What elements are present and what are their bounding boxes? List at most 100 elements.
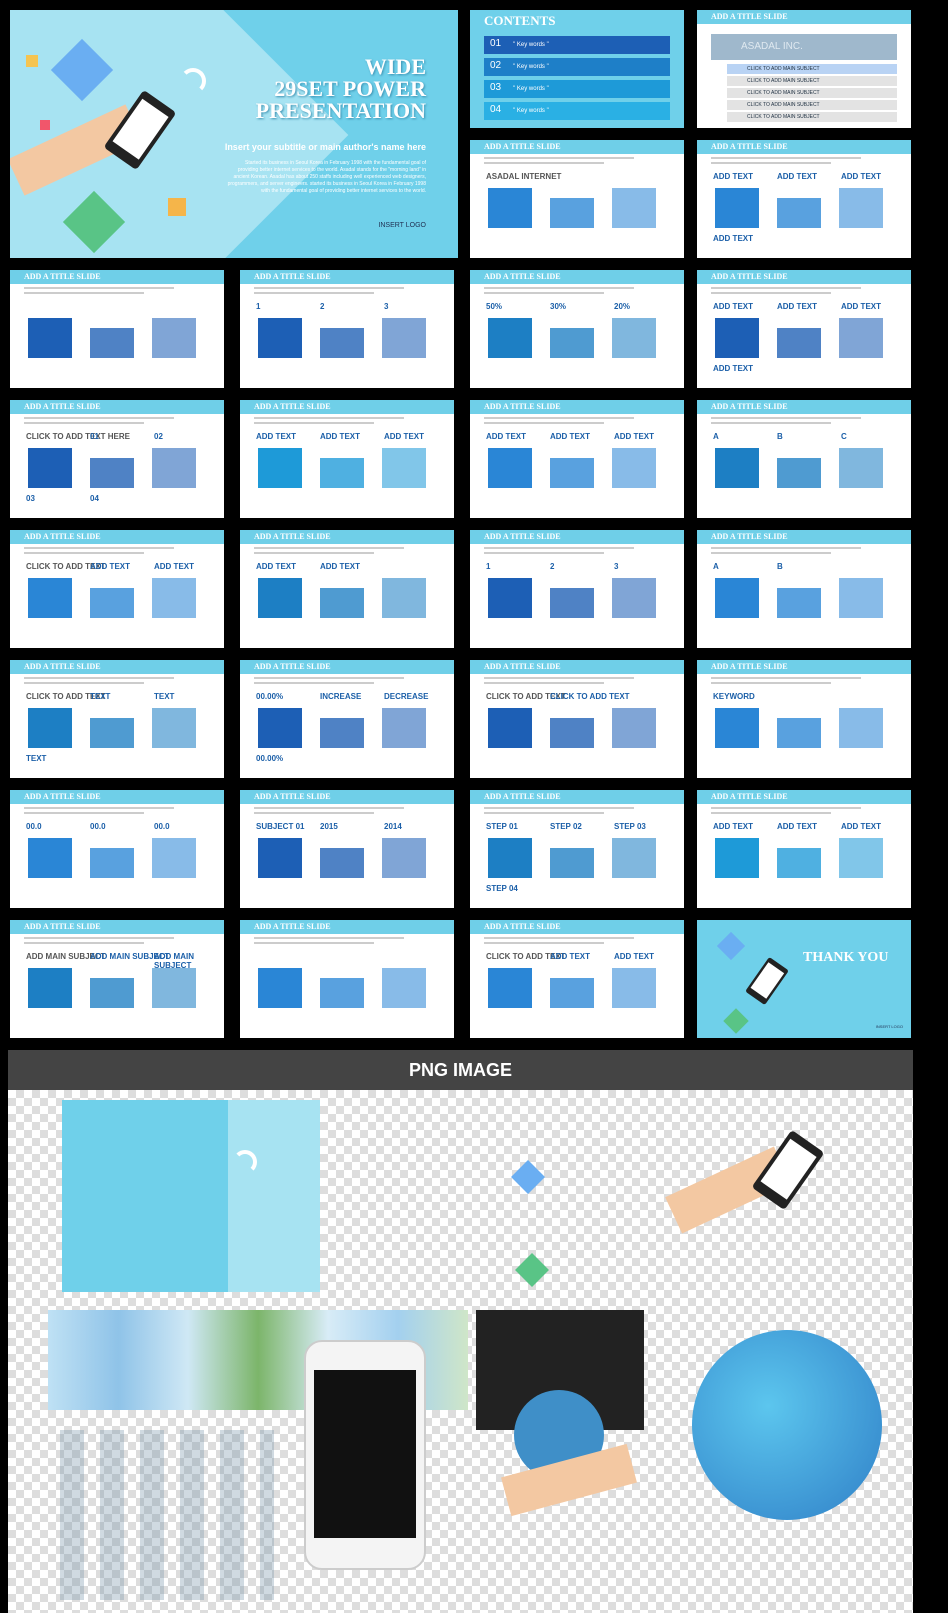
png-image-banner: PNG IMAGE bbox=[8, 1050, 913, 1090]
slide-thumbnail[interactable]: ADD A TITLE SLIDE ADD TEXT ADD TEXT ADD TEX… bbox=[240, 400, 454, 518]
slide-thumbnail[interactable]: ADD A TITLE SLIDE CLICK TO ADD TEXT ADD TE… bbox=[10, 530, 224, 648]
slide-title: ADD A TITLE SLIDE bbox=[470, 660, 684, 674]
slide-thumbnail[interactable]: ADD A TITLE SLIDE A B bbox=[697, 530, 911, 648]
slide-title: ADD A TITLE SLIDE bbox=[240, 400, 454, 414]
contents-item[interactable]: 04 " Key words " bbox=[484, 102, 670, 120]
graphic-block bbox=[715, 448, 759, 488]
slide-label: ADD TEXT bbox=[713, 822, 753, 831]
item-keyword: " Key words " bbox=[513, 108, 549, 114]
slide-title: ADD A TITLE SLIDE bbox=[10, 530, 224, 544]
slide-label: STEP 04 bbox=[486, 884, 518, 893]
graphic-block bbox=[152, 968, 196, 1008]
slide-label: TEXT bbox=[154, 692, 175, 701]
thank-you-title: THANK YOU bbox=[803, 950, 889, 965]
home-icon bbox=[716, 931, 746, 961]
graphic-block bbox=[550, 978, 594, 1008]
slide-title: ADD A TITLE SLIDE bbox=[240, 530, 454, 544]
slide-label: ADD TEXT bbox=[320, 562, 360, 571]
slide-description bbox=[254, 677, 404, 679]
slide-label: B bbox=[777, 432, 783, 441]
subject-row[interactable]: CLICK TO ADD MAIN SUBJECT bbox=[727, 100, 897, 110]
slide-thumbnail[interactable]: ADD A TITLE SLIDE ADD MAIN SUBJECT ADD MAI… bbox=[10, 920, 224, 1038]
slide-title: ADD A TITLE SLIDE bbox=[10, 270, 224, 284]
graphic-block bbox=[258, 318, 302, 358]
slide-thumbnail[interactable]: ADD A TITLE SLIDE 00.00% INCREASE DECREASE 0… bbox=[240, 660, 454, 778]
title-slide-thumbnail[interactable]: WIDE 29SET POWER PRESENTATION Insert your … bbox=[10, 10, 458, 258]
graphic-block bbox=[612, 838, 656, 878]
subject-slide-thumbnail[interactable]: ADD A TITLE SLIDE ASADAL INC. CLICK TO A… bbox=[697, 10, 911, 128]
slide-label: ADD TEXT bbox=[256, 562, 296, 571]
slide-thumbnail[interactable]: ADD A TITLE SLIDE SUBJECT 01 2015 2014 bbox=[240, 790, 454, 908]
graphic-block bbox=[28, 318, 72, 358]
slide-thumbnail[interactable]: ADD A TITLE SLIDE ASADAL INTERNET bbox=[470, 140, 684, 258]
slide-thumbnail[interactable]: ADD A TITLE SLIDE ADD TEXT ADD TEXT ADD TEX… bbox=[697, 790, 911, 908]
subject-row[interactable]: CLICK TO ADD MAIN SUBJECT bbox=[727, 64, 897, 74]
graphic-block bbox=[488, 188, 532, 228]
graphic-block bbox=[715, 708, 759, 748]
subject-row[interactable]: CLICK TO ADD MAIN SUBJECT bbox=[727, 76, 897, 86]
contents-item[interactable]: 03 " Key words " bbox=[484, 80, 670, 98]
slide-description bbox=[254, 547, 404, 549]
description: Started its business in Seoul Korea in F… bbox=[227, 160, 426, 194]
slide-thumbnail[interactable]: ADD A TITLE SLIDE STEP 01 STEP 02 STEP 03 ST… bbox=[470, 790, 684, 908]
slide-thumbnail[interactable]: ADD A TITLE SLIDE bbox=[240, 920, 454, 1038]
graphic-block bbox=[320, 328, 364, 358]
slide-thumbnail[interactable]: ADD A TITLE SLIDE CLICK TO ADD TEXT TEXT TE… bbox=[10, 660, 224, 778]
slide-label: 00.0 bbox=[90, 822, 106, 831]
graphic-block bbox=[258, 838, 302, 878]
graphic-block bbox=[550, 198, 594, 228]
contents-item[interactable]: 01 " Key words " bbox=[484, 36, 670, 54]
slide-title: ADD A TITLE SLIDE bbox=[10, 660, 224, 674]
contents-slide-thumbnail[interactable]: CONTENTS 01 " Key words " 02 " Key words " 0… bbox=[470, 10, 684, 128]
subtitle: Insert your subtitle or main author's na… bbox=[224, 142, 426, 152]
slide-thumbnail[interactable]: ADD A TITLE SLIDE 1 2 3 bbox=[240, 270, 454, 388]
slide-body: 50% 30% 20% bbox=[470, 294, 684, 388]
slide-thumbnail[interactable]: ADD A TITLE SLIDE ADD TEXT ADD TEXT ADD TEX… bbox=[470, 400, 684, 518]
red-square bbox=[40, 120, 50, 130]
graphic-block bbox=[258, 578, 302, 618]
slide-title: ADD A TITLE SLIDE bbox=[470, 270, 684, 284]
slide-body: 00.00% INCREASE DECREASE 00.00% bbox=[240, 684, 454, 778]
slide-body: KEYWORD bbox=[697, 684, 911, 778]
slide-description bbox=[484, 937, 634, 939]
graphic-block bbox=[28, 968, 72, 1008]
graphic-block bbox=[777, 198, 821, 228]
slide-thumbnail[interactable]: ADD A TITLE SLIDE ADD TEXT ADD TEXT bbox=[240, 530, 454, 648]
slide-label: ADD TEXT bbox=[713, 172, 753, 181]
graphic-block bbox=[152, 448, 196, 488]
slide-description bbox=[484, 677, 634, 679]
slide-label: KEYWORD bbox=[713, 692, 755, 701]
insert-logo: INSERT LOGO bbox=[378, 222, 426, 229]
graphic-block bbox=[488, 708, 532, 748]
item-number: 04 bbox=[490, 104, 502, 115]
slide-label: CLICK TO ADD TEXT HERE bbox=[26, 432, 131, 441]
slide-thumbnail[interactable]: ADD A TITLE SLIDE 00.0 00.0 00.0 bbox=[10, 790, 224, 908]
slide-thumbnail[interactable]: ADD A TITLE SLIDE CLICK TO ADD TEXT ADD TE… bbox=[470, 920, 684, 1038]
item-number: 02 bbox=[490, 60, 502, 71]
contents-item[interactable]: 02 " Key words " bbox=[484, 58, 670, 76]
slide-body: ASADAL INTERNET bbox=[470, 164, 684, 258]
slide-thumbnail[interactable]: ADD A TITLE SLIDE 1 2 3 bbox=[470, 530, 684, 648]
slide-label: 03 bbox=[26, 494, 35, 503]
slide-thumbnail[interactable]: ADD A TITLE SLIDE CLICK TO ADD TEXT CLICK … bbox=[470, 660, 684, 778]
slide-thumbnail[interactable]: ADD A TITLE SLIDE ADD TEXT ADD TEXT ADD TEX… bbox=[697, 140, 911, 258]
slide-label: ADD TEXT bbox=[154, 562, 194, 571]
slide-title: ADD A TITLE SLIDE bbox=[697, 400, 911, 414]
graphic-block bbox=[777, 848, 821, 878]
subject-row[interactable]: CLICK TO ADD MAIN SUBJECT bbox=[727, 88, 897, 98]
slide-thumbnail[interactable]: ADD A TITLE SLIDE CLICK TO ADD TEXT HERE 0… bbox=[10, 400, 224, 518]
thank-you-slide-thumbnail[interactable]: THANK YOU INSERT LOGO bbox=[697, 920, 911, 1038]
subject-row[interactable]: CLICK TO ADD MAIN SUBJECT bbox=[727, 112, 897, 122]
graphic-block bbox=[90, 588, 134, 618]
slide-thumbnail[interactable]: ADD A TITLE SLIDE 50% 30% 20% bbox=[470, 270, 684, 388]
green-diamond bbox=[515, 1253, 549, 1287]
slide-thumbnail[interactable]: ADD A TITLE SLIDE A B C bbox=[697, 400, 911, 518]
slide-label: CLICK TO ADD TEXT bbox=[550, 692, 630, 701]
slide-thumbnail[interactable]: ADD A TITLE SLIDE bbox=[10, 270, 224, 388]
slide-thumbnail[interactable]: ADD A TITLE SLIDE KEYWORD bbox=[697, 660, 911, 778]
slide-body bbox=[10, 294, 224, 388]
slide-label: 2 bbox=[320, 302, 325, 311]
item-keyword: " Key words " bbox=[513, 64, 549, 70]
slide-thumbnail[interactable]: ADD A TITLE SLIDE ADD TEXT ADD TEXT ADD TEX… bbox=[697, 270, 911, 388]
graphic-block bbox=[777, 588, 821, 618]
